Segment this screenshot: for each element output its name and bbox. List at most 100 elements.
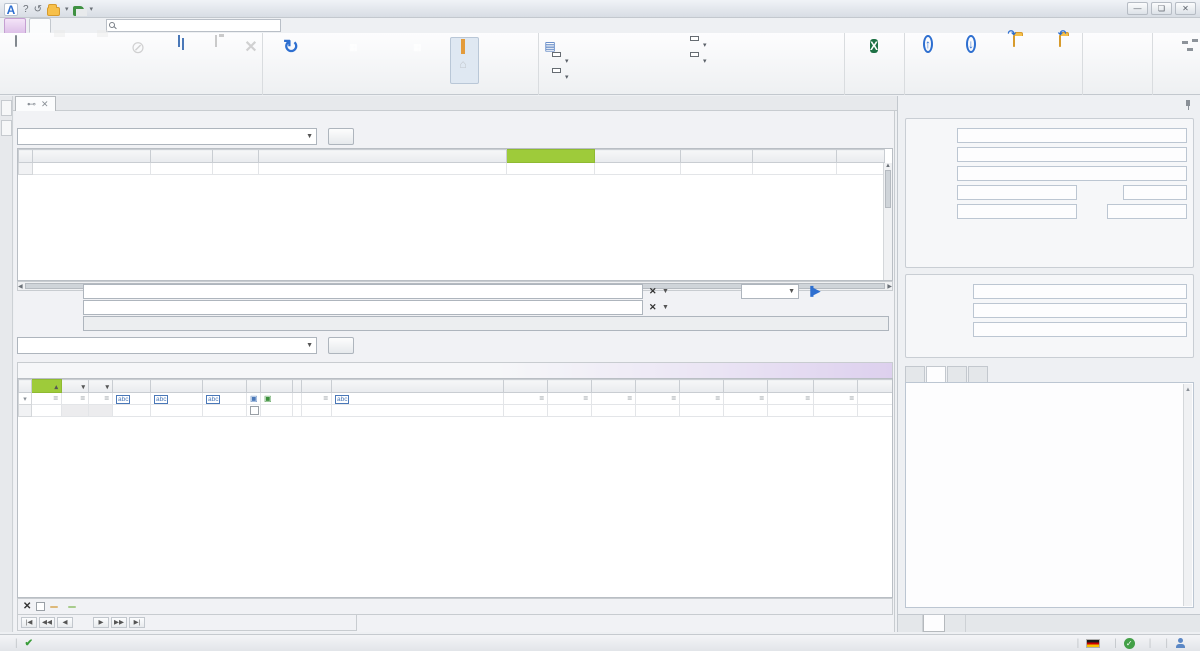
filter-checkbox-icon[interactable]	[250, 394, 258, 403]
einfuegen-button[interactable]	[198, 35, 234, 84]
aktualisieren-button[interactable]	[264, 35, 318, 84]
sidebar-tab-menue[interactable]	[1, 120, 12, 136]
col-faktor[interactable]	[302, 380, 332, 393]
filter-row[interactable]: ▾	[19, 393, 893, 405]
cell-me-auf[interactable]	[595, 163, 681, 175]
filter-formula-icon[interactable]	[264, 394, 272, 403]
col-hoehe[interactable]	[724, 380, 768, 393]
filter-equals-icon[interactable]	[104, 394, 109, 403]
col-gp-auf[interactable]	[837, 150, 885, 163]
filter-equals-icon[interactable]	[627, 394, 632, 403]
aufmass-search-input[interactable]: ▼	[17, 337, 317, 354]
gp-field[interactable]	[1107, 204, 1187, 219]
aufmass-gp-field[interactable]	[973, 303, 1187, 318]
aufmass-menge-field[interactable]	[973, 284, 1187, 299]
tab-notiz-extern[interactable]	[968, 366, 988, 382]
col-me-lv[interactable]	[507, 150, 595, 163]
filter-equals-icon[interactable]	[80, 394, 85, 403]
filter-text-icon[interactable]	[116, 395, 130, 404]
app-logo-icon[interactable]: A	[4, 3, 18, 16]
chevron-down-icon[interactable]: ▼	[306, 133, 313, 140]
kopieren-button[interactable]	[160, 35, 198, 84]
hauptauftrag-field[interactable]	[83, 284, 643, 299]
lv-row[interactable]	[19, 163, 885, 175]
ep-field[interactable]	[957, 204, 1077, 219]
cell-ergebnis[interactable]	[768, 405, 814, 417]
druck-massen-mit-formular-button[interactable]: ▾	[678, 53, 838, 68]
group-by-bar[interactable]	[17, 362, 893, 378]
einstellungen-button[interactable]	[1154, 35, 1200, 84]
titel-field[interactable]	[957, 166, 1187, 181]
naechstes-element-button[interactable]	[950, 35, 992, 84]
cell-hoehe[interactable]	[724, 405, 768, 417]
cell-variable3[interactable]	[592, 405, 636, 417]
druck-massen-mit-preis-button[interactable]: ▾	[678, 37, 838, 52]
filter-equals-icon[interactable]	[759, 394, 764, 403]
undo-icon[interactable]: ↺	[34, 4, 42, 15]
clear-field-icon[interactable]: ✕	[649, 302, 657, 313]
tab-positionsinformationen[interactable]	[923, 615, 945, 632]
excel-export-button[interactable]	[846, 35, 902, 84]
col-reb[interactable]	[113, 380, 151, 393]
cell-k[interactable]	[247, 405, 261, 417]
next-page-button[interactable]: ▶▶	[111, 617, 127, 628]
col-gp-lv[interactable]	[753, 150, 837, 163]
filter-equals-icon[interactable]	[715, 394, 720, 403]
col-hilfswert[interactable]	[814, 380, 858, 393]
prev-page-button[interactable]: ◀◀	[39, 617, 55, 628]
col-oz[interactable]	[33, 150, 151, 163]
col-einheit[interactable]	[213, 150, 259, 163]
lv-leeren-button[interactable]	[328, 128, 354, 145]
oz-field[interactable]	[957, 128, 1187, 143]
lv-search-input[interactable]: ▼	[17, 128, 317, 145]
filter-text-icon[interactable]	[154, 395, 168, 404]
unterauftrag-field[interactable]	[83, 300, 643, 315]
filter-enabled-checkbox[interactable]	[36, 602, 45, 611]
cell-variable1[interactable]	[504, 405, 548, 417]
cell-variable4[interactable]	[636, 405, 680, 417]
minimize-button[interactable]: —	[1127, 2, 1148, 15]
cell-z[interactable]	[293, 405, 302, 417]
ha-lv-anzeigen-button[interactable]	[453, 55, 476, 70]
cell-gp-auf[interactable]	[837, 163, 885, 175]
filter-equals-icon[interactable]	[671, 394, 676, 403]
cell-oz[interactable]	[33, 163, 151, 175]
first-record-button[interactable]: |◀	[21, 617, 37, 628]
tab-langtext[interactable]	[926, 366, 946, 382]
aufmass-leeren-button[interactable]	[328, 337, 354, 354]
col-me-auf[interactable]	[595, 150, 681, 163]
col-formel[interactable]	[261, 380, 293, 393]
checkbox[interactable]	[250, 406, 259, 415]
alle-schliessen-button[interactable]	[1036, 35, 1084, 84]
cell-gp-lv[interactable]	[753, 163, 837, 175]
col-variable2[interactable]	[548, 380, 592, 393]
col-nr[interactable]: ▾	[89, 380, 113, 393]
cell-me-lv[interactable]	[507, 163, 595, 175]
filter-equals-icon[interactable]	[53, 394, 58, 403]
next-record-button[interactable]: ▶	[93, 617, 109, 628]
cell-b[interactable]	[62, 405, 89, 417]
naechstes-blatt-button[interactable]: ▐▶	[807, 286, 820, 297]
menge-field[interactable]	[957, 185, 1077, 200]
doc-tab-aufmasseditor[interactable]: ⊷✕	[15, 96, 56, 111]
filter-value-token[interactable]	[68, 606, 76, 608]
col-variable1[interactable]	[504, 380, 548, 393]
name-field[interactable]	[957, 147, 1187, 162]
tab-bilder[interactable]	[945, 615, 966, 632]
chevron-down-icon[interactable]: ▼	[788, 288, 795, 295]
tab-addone[interactable]	[4, 18, 26, 33]
col-ep-lv[interactable]	[681, 150, 753, 163]
pin-icon[interactable]: ⊷	[27, 99, 36, 109]
pin-icon[interactable]	[1184, 100, 1192, 110]
neu-button[interactable]	[1, 35, 30, 84]
close-button[interactable]: ✕	[1175, 2, 1196, 15]
cell-einheit[interactable]	[213, 163, 259, 175]
col-z[interactable]	[293, 380, 302, 393]
cell-faktor[interactable]	[302, 405, 332, 417]
filter-equals-icon[interactable]	[323, 394, 328, 403]
col-k[interactable]	[247, 380, 261, 393]
druck-massen-button[interactable]: ▾	[540, 53, 678, 68]
col-variable3[interactable]	[592, 380, 636, 393]
chevron-down-icon[interactable]: ▼	[662, 288, 669, 295]
col-variable4[interactable]	[636, 380, 680, 393]
